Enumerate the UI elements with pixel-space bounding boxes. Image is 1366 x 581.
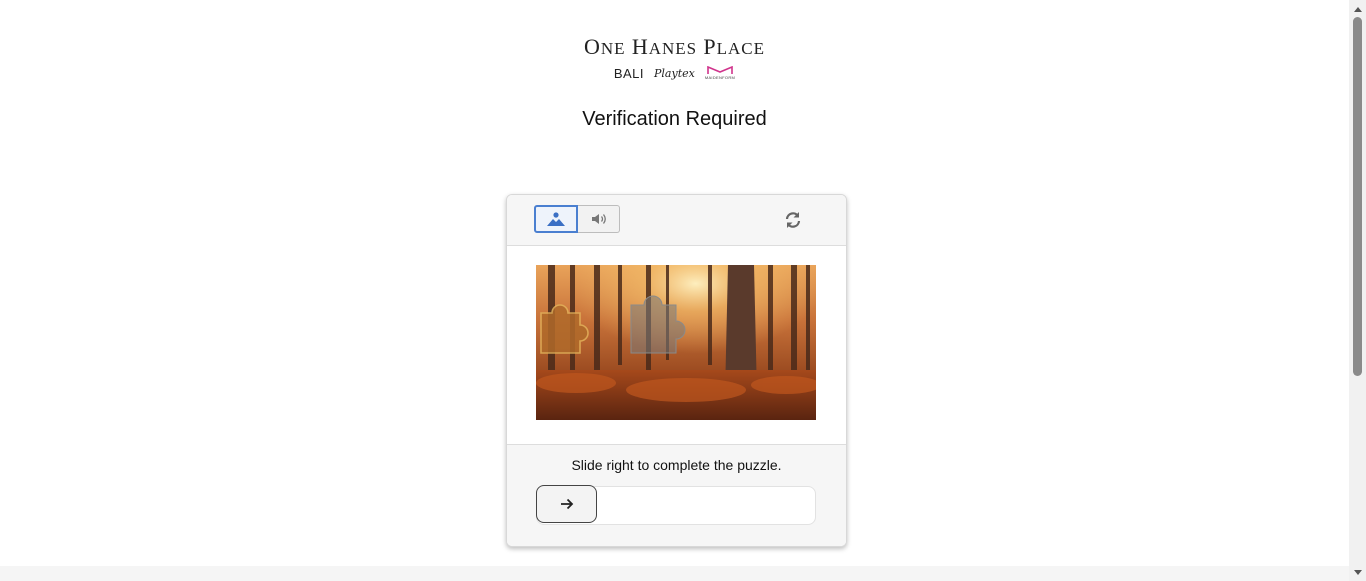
captcha-instruction: Slide right to complete the puzzle. bbox=[571, 457, 782, 473]
arrow-right-icon bbox=[560, 498, 573, 510]
captcha-footer: Slide right to complete the puzzle. bbox=[507, 444, 846, 546]
logo-word-3: LACE bbox=[716, 39, 765, 58]
brand-bali: BALI bbox=[613, 65, 644, 81]
logo-wordmark: ONE HANES PLACE bbox=[0, 36, 1349, 60]
slider-handle[interactable] bbox=[536, 485, 597, 523]
refresh-button[interactable] bbox=[781, 208, 805, 232]
captcha-header bbox=[507, 195, 846, 246]
audio-mode-button[interactable] bbox=[578, 205, 620, 233]
logo-word-1-initial: O bbox=[584, 34, 601, 59]
logo-word-2-initial: H bbox=[631, 34, 649, 59]
page-bottom-bar bbox=[0, 566, 1349, 581]
logo-word-2: ANES bbox=[648, 39, 698, 58]
vertical-scrollbar[interactable] bbox=[1349, 0, 1366, 581]
scroll-up-arrow-icon[interactable] bbox=[1349, 0, 1366, 17]
captcha-card: Slide right to complete the puzzle. bbox=[506, 194, 847, 547]
brand-playtex: Playtex bbox=[654, 66, 695, 80]
puzzle-image bbox=[536, 265, 816, 420]
logo-word-1: NE bbox=[600, 39, 626, 58]
captcha-mode-toggle bbox=[534, 205, 620, 233]
image-mode-button[interactable] bbox=[534, 205, 578, 233]
image-icon bbox=[547, 212, 565, 226]
forest-puzzle-image bbox=[536, 265, 816, 420]
scroll-down-arrow-icon[interactable] bbox=[1349, 564, 1366, 581]
maidenform-mark-icon bbox=[707, 66, 733, 74]
brand-logo: ONE HANES PLACE BALI Playtex MAIDENFORM bbox=[0, 36, 1349, 82]
scrollbar-thumb[interactable] bbox=[1353, 17, 1362, 376]
page-title: Verification Required bbox=[582, 108, 767, 130]
refresh-icon bbox=[785, 212, 801, 228]
speaker-icon bbox=[591, 214, 606, 224]
brand-row: BALI Playtex MAIDENFORM bbox=[0, 64, 1349, 82]
logo-word-3-initial: P bbox=[703, 34, 717, 59]
brand-maidenform: MAIDENFORM bbox=[705, 66, 735, 80]
